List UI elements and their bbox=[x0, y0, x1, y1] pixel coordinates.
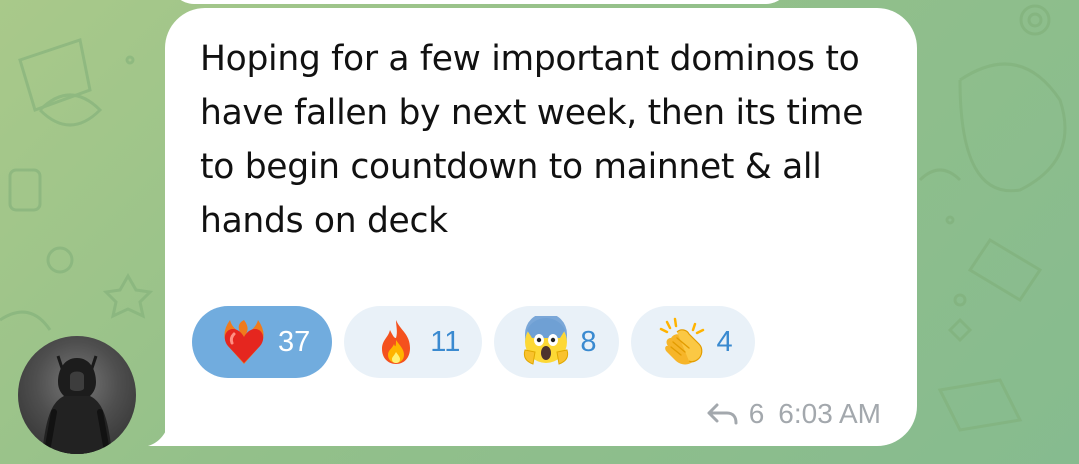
message-text: Hoping for a few important dominos to ha… bbox=[200, 39, 864, 241]
message-time: 6:03 AM bbox=[778, 398, 881, 429]
sender-avatar[interactable] bbox=[18, 336, 136, 454]
reply-arrow-icon[interactable] bbox=[705, 401, 739, 427]
heart-on-fire-icon bbox=[224, 320, 264, 364]
reaction-heart-on-fire[interactable]: 37 bbox=[192, 306, 333, 378]
reaction-screaming-face[interactable]: 8 bbox=[494, 306, 619, 378]
reaction-fire[interactable]: 11 bbox=[344, 306, 483, 378]
screaming-face-icon bbox=[524, 316, 569, 365]
reaction-count: 8 bbox=[580, 325, 597, 358]
reactions-bar: 37 11 8 4 bbox=[192, 306, 755, 378]
message-meta: 6 6:03 AM bbox=[705, 398, 881, 430]
reaction-count: 37 bbox=[278, 325, 311, 358]
hooded-figure-avatar bbox=[18, 336, 136, 454]
previous-message-bubble bbox=[170, 0, 790, 4]
reaction-count: 11 bbox=[430, 325, 461, 358]
clapping-hands-icon bbox=[659, 317, 704, 365]
reaction-clapping-hands[interactable]: 4 bbox=[630, 306, 755, 378]
reaction-count: 4 bbox=[716, 325, 733, 358]
reply-count[interactable]: 6 bbox=[749, 398, 765, 430]
fire-icon bbox=[382, 320, 411, 364]
